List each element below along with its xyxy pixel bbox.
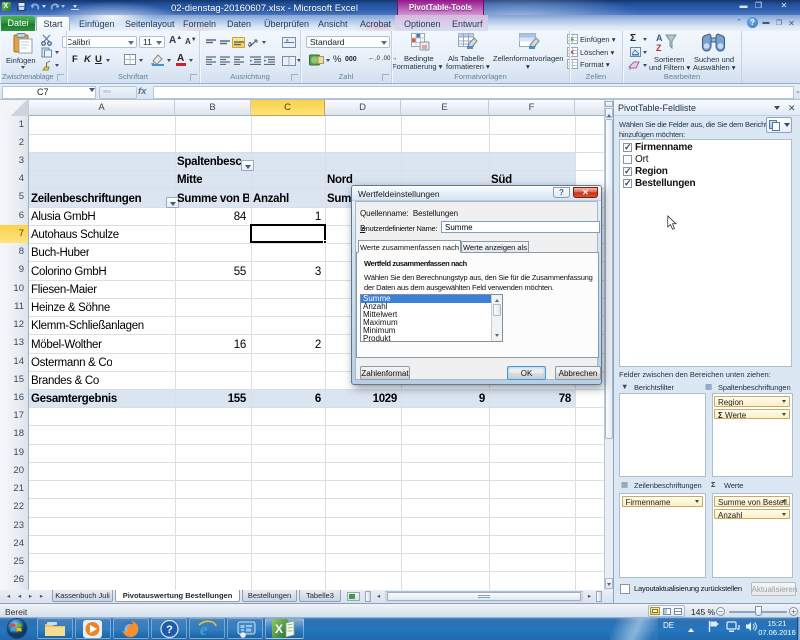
svg-text:X: X bbox=[275, 622, 283, 636]
svg-text:?: ? bbox=[166, 624, 173, 636]
